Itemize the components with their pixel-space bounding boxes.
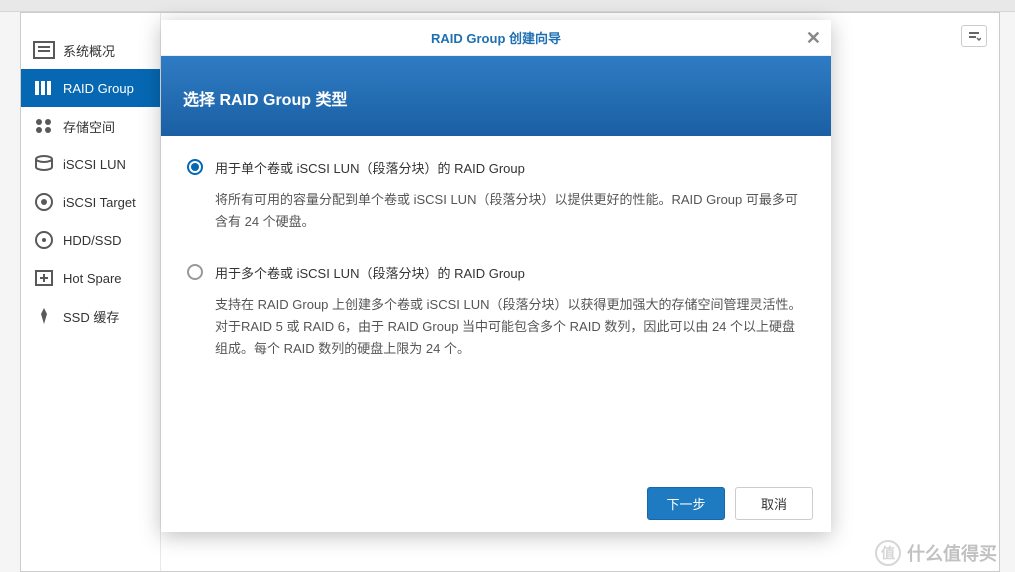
sidebar-item-label: iSCSI Target [63, 195, 136, 210]
cancel-button[interactable]: 取消 [735, 487, 813, 520]
volume-icon [31, 115, 57, 137]
window-titlebar [0, 0, 1015, 12]
sidebar-item-hot-spare[interactable]: Hot Spare [21, 259, 160, 297]
sidebar-item-iscsi-lun[interactable]: iSCSI LUN [21, 145, 160, 183]
sidebar-item-overview[interactable]: 系统概况 [21, 31, 160, 69]
radio-single[interactable] [187, 159, 203, 175]
sidebar-item-label: iSCSI LUN [63, 157, 126, 172]
option-single[interactable]: 用于单个卷或 iSCSI LUN（段落分块）的 RAID Group [187, 158, 805, 177]
iscsi-lun-icon [31, 153, 57, 175]
radio-multi-desc: 支持在 RAID Group 上创建多个卷或 iSCSI LUN（段落分块）以获… [215, 294, 805, 360]
sidebar-item-iscsi-target[interactable]: iSCSI Target [21, 183, 160, 221]
radio-single-desc: 将所有可用的容量分配到单个卷或 iSCSI LUN（段落分块）以提供更好的性能。… [215, 189, 805, 233]
raid-group-icon [31, 77, 57, 99]
hot-spare-icon [31, 267, 57, 289]
sidebar-item-label: HDD/SSD [63, 233, 122, 248]
modal-banner: 选择 RAID Group 类型 [161, 56, 831, 136]
modal-title: RAID Group 创建向导 [431, 28, 561, 47]
sidebar-item-label: Hot Spare [63, 271, 122, 286]
option-multi[interactable]: 用于多个卷或 iSCSI LUN（段落分块）的 RAID Group [187, 263, 805, 282]
ssd-cache-icon [31, 305, 57, 327]
sidebar: 系统概况 RAID Group 存储空间 iSCSI LUN iSCSI Tar… [21, 13, 161, 571]
sort-button[interactable] [961, 25, 987, 47]
sidebar-item-volume[interactable]: 存储空间 [21, 107, 160, 145]
modal-title-bar: RAID Group 创建向导 ✕ [161, 20, 831, 56]
sidebar-item-label: RAID Group [63, 81, 134, 96]
sidebar-item-label: SSD 缓存 [63, 307, 119, 326]
radio-multi-label: 用于多个卷或 iSCSI LUN（段落分块）的 RAID Group [215, 263, 525, 282]
sidebar-item-ssd-cache[interactable]: SSD 缓存 [21, 297, 160, 335]
modal-footer: 下一步 取消 [161, 475, 831, 532]
watermark-text: 什么值得买 [907, 540, 997, 566]
radio-multi[interactable] [187, 264, 203, 280]
sidebar-item-raid-group[interactable]: RAID Group [21, 69, 160, 107]
radio-single-label: 用于单个卷或 iSCSI LUN（段落分块）的 RAID Group [215, 158, 525, 177]
watermark: 值 什么值得买 [875, 540, 997, 566]
sidebar-item-hdd-ssd[interactable]: HDD/SSD [21, 221, 160, 259]
hdd-ssd-icon [31, 229, 57, 251]
wizard-modal: RAID Group 创建向导 ✕ 选择 RAID Group 类型 用于单个卷… [161, 20, 831, 532]
overview-icon [31, 39, 57, 61]
banner-heading: 选择 RAID Group 类型 [183, 92, 347, 109]
sidebar-item-label: 存储空间 [63, 117, 115, 136]
modal-body: 用于单个卷或 iSCSI LUN（段落分块）的 RAID Group 将所有可用… [161, 136, 831, 475]
next-button[interactable]: 下一步 [647, 487, 725, 520]
sidebar-item-label: 系统概况 [63, 41, 115, 60]
iscsi-target-icon [31, 191, 57, 213]
close-icon[interactable]: ✕ [806, 28, 821, 49]
watermark-logo-icon: 值 [875, 540, 901, 566]
